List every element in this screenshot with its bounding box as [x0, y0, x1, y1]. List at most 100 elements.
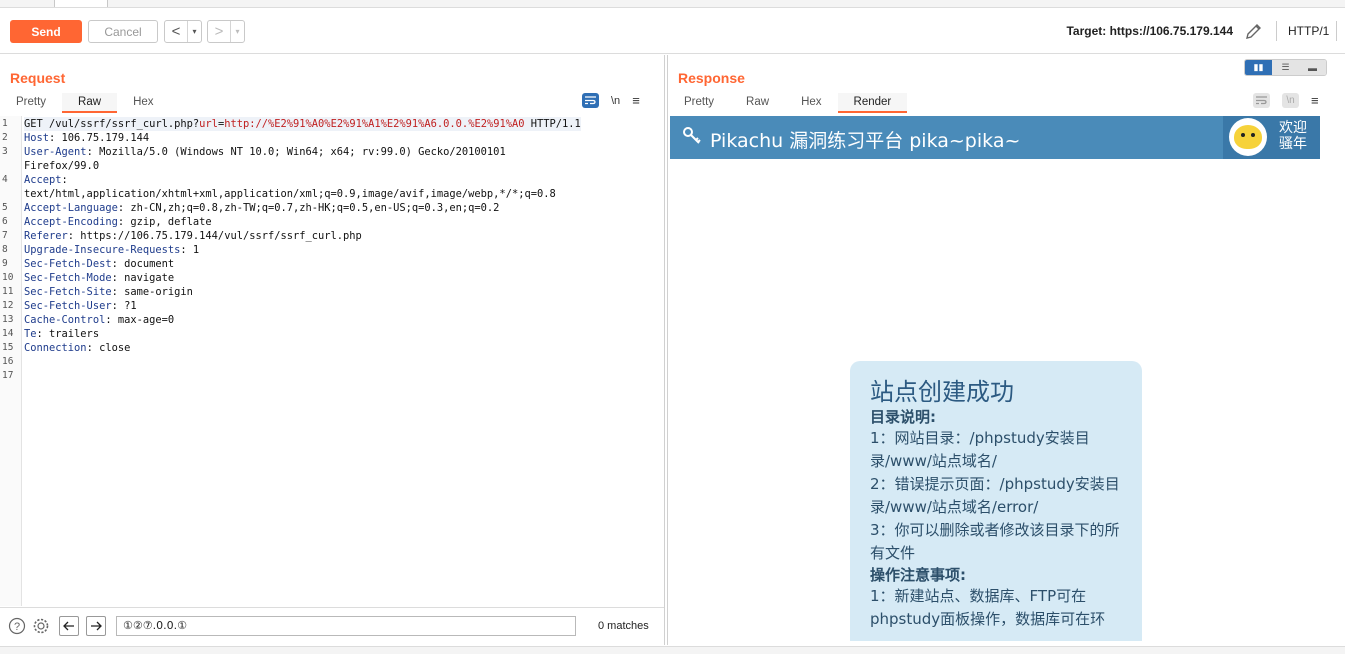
request-line[interactable]: 4 Accept: [0, 173, 652, 187]
request-line[interactable]: 5 Accept-Language: zh-CN,zh;q=0.8,zh-TW;q… [0, 201, 652, 215]
line-content: Accept-Language: zh-CN,zh;q=0.8,zh-TW;q=… [24, 201, 499, 215]
card-paragraph: 1：网站目录：/phpstudy安装目录/www/站点域名/ [870, 429, 1090, 470]
code-token: : zh-CN,zh;q=0.8,zh-TW;q=0.7,zh-HK;q=0.5… [117, 202, 500, 214]
code-token: Host [24, 132, 50, 144]
code-token: text/html,application/xhtml+xml,applicat… [24, 188, 556, 200]
tab-render[interactable]: Render [837, 93, 908, 113]
tab-pretty[interactable]: Pretty [0, 93, 62, 113]
code-token: : document [111, 258, 175, 270]
card-subheading: 目录说明: [870, 408, 936, 426]
tab-hex[interactable]: Hex [785, 93, 837, 113]
request-line[interactable]: 2 Host: 106.75.179.144 [0, 131, 652, 145]
request-line[interactable]: Firefox/99.0 [0, 159, 652, 173]
code-token: : trailers [36, 328, 100, 340]
code-token: GET /vul/ssrf/ssrf_curl.php? [24, 118, 200, 130]
line-number: 9 [2, 258, 8, 269]
layout-side-by-side-icon[interactable]: ▮▮ [1245, 60, 1272, 75]
request-title: Request [10, 70, 66, 86]
request-line[interactable]: 16 [0, 355, 652, 369]
target-label: Target: https://106.75.179.144 [1066, 24, 1233, 38]
history-back-group[interactable]: < ▾ [164, 20, 202, 43]
line-content: Sec-Fetch-Dest: document [24, 257, 174, 271]
search-bar: ? ①②⑦.0.0.① 0 matches [0, 607, 664, 645]
request-line[interactable]: 6 Accept-Encoding: gzip, deflate [0, 215, 652, 229]
line-number: 10 [2, 272, 14, 283]
forward-arrow-icon[interactable]: > [208, 21, 230, 42]
layout-tabs-icon[interactable]: ▬ [1299, 60, 1326, 75]
history-forward-group[interactable]: > ▾ [207, 20, 245, 43]
toolbar: Send Cancel < ▾ > ▾ Target: https://106.… [0, 8, 1345, 54]
line-number: 16 [2, 356, 14, 367]
card-paragraph: 2：错误提示页面：/phpstudy安装目录/www/站点域名/error/ [870, 475, 1120, 516]
request-line[interactable]: 1 GET /vul/ssrf/ssrf_curl.php?url=http://… [0, 117, 652, 131]
line-content: text/html,application/xhtml+xml,applicat… [24, 187, 556, 201]
forward-dropdown-icon[interactable]: ▾ [230, 21, 244, 42]
layout-stacked-icon[interactable]: ☰ [1272, 60, 1299, 75]
search-input[interactable]: ①②⑦.0.0.① [116, 616, 576, 636]
request-line[interactable]: 10 Sec-Fetch-Mode: navigate [0, 271, 652, 285]
wrap-lines-icon[interactable] [582, 93, 599, 108]
back-dropdown-icon[interactable]: ▾ [187, 21, 201, 42]
cancel-button[interactable]: Cancel [88, 20, 158, 43]
code-token: : https://106.75.179.144/vul/ssrf/ssrf_c… [67, 230, 362, 242]
request-line[interactable]: 9 Sec-Fetch-Dest: document [0, 257, 652, 271]
request-pane: Request Pretty Raw Hex \n ≡ 1 GET /vul/ss… [0, 55, 665, 645]
edit-target-pencil-icon[interactable] [1244, 21, 1264, 41]
code-token: url [199, 118, 218, 130]
line-number: 17 [2, 370, 14, 381]
request-editor[interactable]: 1 GET /vul/ssrf/ssrf_curl.php?url=http://… [0, 116, 664, 606]
request-line[interactable]: 12 Sec-Fetch-User: ?1 [0, 299, 652, 313]
request-line[interactable]: 14 Te: trailers [0, 327, 652, 341]
layout-toggle: ▮▮ ☰ ▬ [1244, 59, 1327, 76]
search-previous-button[interactable] [59, 616, 79, 636]
request-line[interactable]: 13 Cache-Control: max-age=0 [0, 313, 652, 327]
tab-raw[interactable]: Raw [62, 93, 118, 113]
success-card: 站点创建成功 目录说明: 1：网站目录：/phpstudy安装目录/www/站点… [850, 361, 1142, 641]
line-number: 14 [2, 328, 14, 339]
newline-toggle-icon: \n [1282, 93, 1299, 108]
settings-gear-icon[interactable] [31, 616, 51, 636]
code-token: Firefox/99.0 [24, 160, 100, 172]
key-icon [682, 126, 702, 151]
request-tabs: Pretty Raw Hex [0, 93, 170, 113]
site-header: Pikachu 漏洞练习平台 pika~pika~ 欢迎 骚年 [670, 116, 1320, 159]
tab-pretty[interactable]: Pretty [668, 93, 730, 113]
request-line[interactable]: 7 Referer: https://106.75.179.144/vul/ssr… [0, 229, 652, 243]
site-title: Pikachu 漏洞练习平台 pika~pika~ [710, 130, 1021, 152]
toolbar-divider [1336, 21, 1337, 41]
request-line[interactable]: 11 Sec-Fetch-Site: same-origin [0, 285, 652, 299]
toolbar-divider [1276, 21, 1277, 41]
http-version-label[interactable]: HTTP/1 [1288, 24, 1329, 38]
search-next-button[interactable] [86, 616, 106, 636]
request-line[interactable]: 17 [0, 369, 652, 383]
request-line[interactable]: text/html,application/xhtml+xml,applicat… [0, 187, 652, 201]
code-token: Te [24, 328, 37, 340]
menu-icon[interactable]: ≡ [1311, 93, 1319, 108]
line-number: 6 [2, 216, 8, 227]
request-line[interactable]: 8 Upgrade-Insecure-Requests: 1 [0, 243, 652, 257]
code-token: Sec-Fetch-Dest [24, 258, 112, 270]
line-number: 11 [2, 286, 14, 297]
tab-raw[interactable]: Raw [730, 93, 785, 113]
code-token: Connection [24, 342, 87, 354]
request-line[interactable]: 3 User-Agent: Mozilla/5.0 (Windows NT 10.… [0, 145, 652, 159]
code-token: Accept-Encoding [24, 216, 118, 228]
code-token: : navigate [111, 272, 175, 284]
request-line[interactable]: 15 Connection: close [0, 341, 652, 355]
help-icon[interactable]: ? [7, 616, 27, 636]
send-button[interactable]: Send [10, 20, 82, 43]
code-token: : ?1 [111, 300, 137, 312]
line-content: Sec-Fetch-Mode: navigate [24, 271, 174, 285]
tab-hex[interactable]: Hex [117, 93, 169, 113]
line-content: Referer: https://106.75.179.144/vul/ssrf… [24, 229, 362, 243]
pikachu-avatar [1229, 118, 1267, 156]
request-view-options: \n ≡ [582, 93, 640, 108]
code-token: Referer [24, 230, 68, 242]
line-content: Upgrade-Insecure-Requests: 1 [24, 243, 199, 257]
window-tab[interactable] [54, 0, 108, 7]
back-arrow-icon[interactable]: < [165, 21, 187, 42]
line-content: Firefox/99.0 [24, 159, 99, 173]
newline-toggle-icon[interactable]: \n [611, 95, 620, 107]
menu-icon[interactable]: ≡ [632, 93, 640, 108]
card-title: 站点创建成功 [870, 378, 1014, 406]
